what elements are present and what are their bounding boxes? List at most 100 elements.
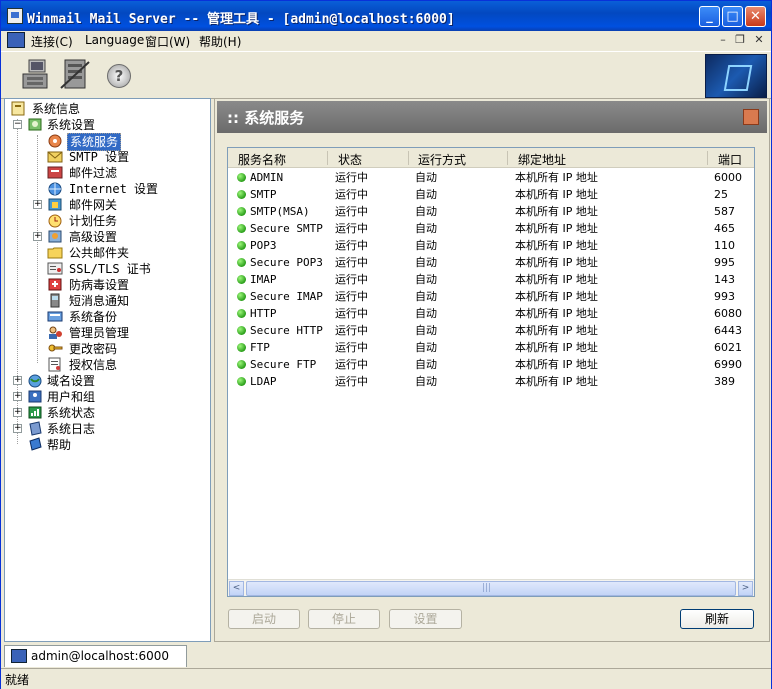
table-cell: 本机所有 IP 地址 <box>515 222 598 235</box>
start-button[interactable]: 启动 <box>228 609 300 629</box>
domain-icon <box>27 373 43 388</box>
table-cell: 运行中 <box>335 256 368 269</box>
table-cell: 运行中 <box>335 324 368 337</box>
table-row[interactable]: Secure FTP 运行中 自动 本机所有 IP 地址 6990 <box>228 356 754 373</box>
folder-icon <box>47 245 63 260</box>
table-cell: 本机所有 IP 地址 <box>515 324 598 337</box>
task-icon <box>47 213 63 228</box>
table-cell: 143 <box>714 273 735 286</box>
disconnect-icon[interactable] <box>59 58 93 92</box>
table-cell: 自动 <box>415 188 437 201</box>
minimize-button[interactable]: _ <box>699 6 720 27</box>
table-row[interactable]: IMAP 运行中 自动 本机所有 IP 地址 143 <box>228 271 754 288</box>
table-cell: 本机所有 IP 地址 <box>515 256 598 269</box>
running-status-icon <box>237 190 246 199</box>
scroll-thumb[interactable]: ||| <box>246 581 736 596</box>
expand-icon[interactable]: + <box>33 200 42 209</box>
scroll-left-arrow-icon[interactable]: < <box>229 581 244 596</box>
table-cell: 6080 <box>714 307 742 320</box>
connect-icon[interactable] <box>19 58 53 92</box>
table-cell: Secure HTTP <box>250 324 323 337</box>
table-cell: 运行中 <box>335 341 368 354</box>
column-header-bind-address[interactable]: 绑定地址 <box>518 151 566 168</box>
table-row[interactable]: HTTP 运行中 自动 本机所有 IP 地址 6080 <box>228 305 754 322</box>
scroll-thumb-grip: ||| <box>482 583 492 593</box>
table-cell: 自动 <box>415 222 437 235</box>
settings-icon <box>27 117 43 132</box>
table-cell: 6000 <box>714 171 742 184</box>
scroll-right-arrow-icon[interactable]: > <box>738 581 753 596</box>
brand-logo <box>705 54 767 98</box>
table-row[interactable]: Secure POP3 运行中 自动 本机所有 IP 地址 995 <box>228 254 754 271</box>
table-cell: 运行中 <box>335 239 368 252</box>
table-row[interactable]: Secure IMAP 运行中 自动 本机所有 IP 地址 993 <box>228 288 754 305</box>
close-button[interactable]: ✕ <box>745 6 766 27</box>
connection-tab[interactable]: admin@localhost:6000 <box>4 645 187 667</box>
expand-icon[interactable]: + <box>13 424 22 433</box>
column-header-run-mode[interactable]: 运行方式 <box>418 151 466 168</box>
table-row[interactable]: FTP 运行中 自动 本机所有 IP 地址 6021 <box>228 339 754 356</box>
settings-button[interactable]: 设置 <box>389 609 462 629</box>
collapse-icon[interactable]: − <box>13 120 22 129</box>
users-icon <box>27 389 43 404</box>
expand-icon[interactable]: + <box>13 408 22 417</box>
expand-icon[interactable]: + <box>33 232 42 241</box>
menu-window[interactable]: 窗口(W) <box>145 33 190 49</box>
column-header-port[interactable]: 端口 <box>718 151 742 168</box>
menu-bar: 连接(C) Language 窗口(W) 帮助(H) – ❐ ✕ <box>1 31 771 51</box>
table-cell: 自动 <box>415 290 437 303</box>
gateway-icon <box>47 197 63 212</box>
help-icon[interactable]: ? <box>107 64 131 88</box>
table-cell: Secure POP3 <box>250 256 323 269</box>
table-cell: 运行中 <box>335 171 368 184</box>
title-bar[interactable]: Winmail Mail Server -- 管理工具 - [admin@loc… <box>1 1 771 31</box>
running-status-icon <box>237 275 246 284</box>
key-icon <box>47 341 63 356</box>
refresh-button[interactable]: 刷新 <box>680 609 754 629</box>
mdi-close-button[interactable]: ✕ <box>751 33 767 47</box>
navigation-tree: 系统信息 − 系统设置 系统服务 SMTP 设置 邮件过滤 Internet 设… <box>4 98 211 642</box>
expand-icon[interactable]: + <box>13 376 22 385</box>
table-cell: SMTP(MSA) <box>250 205 310 218</box>
table-cell: Secure FTP <box>250 358 317 371</box>
table-cell: 运行中 <box>335 205 368 218</box>
table-row[interactable]: LDAP 运行中 自动 本机所有 IP 地址 389 <box>228 373 754 390</box>
menu-connect[interactable]: 连接(C) <box>31 33 73 49</box>
mdi-restore-button[interactable]: ❐ <box>732 33 748 47</box>
stop-button[interactable]: 停止 <box>308 609 380 629</box>
admin-icon <box>47 325 63 340</box>
horizontal-scrollbar[interactable]: < ||| > <box>228 579 754 596</box>
table-cell: 自动 <box>415 205 437 218</box>
status-text: 就绪 <box>5 673 30 687</box>
table-cell: 本机所有 IP 地址 <box>515 375 598 388</box>
table-cell: Secure SMTP <box>250 222 323 235</box>
table-cell: POP3 <box>250 239 277 252</box>
log-icon <box>27 421 43 436</box>
table-cell: 995 <box>714 256 735 269</box>
table-row[interactable]: Secure HTTP 运行中 自动 本机所有 IP 地址 6443 <box>228 322 754 339</box>
table-header: 服务名称 状态 运行方式 绑定地址 端口 <box>228 148 754 168</box>
table-row[interactable]: Secure SMTP 运行中 自动 本机所有 IP 地址 465 <box>228 220 754 237</box>
menu-language[interactable]: Language <box>85 33 144 49</box>
table-row[interactable]: POP3 运行中 自动 本机所有 IP 地址 110 <box>228 237 754 254</box>
table-row[interactable]: ADMIN 运行中 自动 本机所有 IP 地址 6000 <box>228 169 754 186</box>
filter-icon <box>47 165 63 180</box>
help-book-icon <box>27 437 43 452</box>
toolbar: ? <box>1 51 771 99</box>
mdi-minimize-button[interactable]: – <box>715 33 731 47</box>
table-row[interactable]: SMTP 运行中 自动 本机所有 IP 地址 25 <box>228 186 754 203</box>
mdi-window-icon[interactable] <box>7 32 25 48</box>
maximize-button[interactable]: □ <box>722 6 743 27</box>
table-cell: 本机所有 IP 地址 <box>515 307 598 320</box>
running-status-icon <box>237 173 246 182</box>
table-cell: 运行中 <box>335 188 368 201</box>
column-header-status[interactable]: 状态 <box>338 151 362 168</box>
menu-help[interactable]: 帮助(H) <box>199 33 241 49</box>
table-cell: 465 <box>714 222 735 235</box>
column-header-name[interactable]: 服务名称 <box>238 151 286 168</box>
expand-icon[interactable]: + <box>13 392 22 401</box>
running-status-icon <box>237 377 246 386</box>
certificate-icon <box>47 261 63 276</box>
table-row[interactable]: SMTP(MSA) 运行中 自动 本机所有 IP 地址 587 <box>228 203 754 220</box>
connection-label: admin@localhost:6000 <box>31 649 170 663</box>
